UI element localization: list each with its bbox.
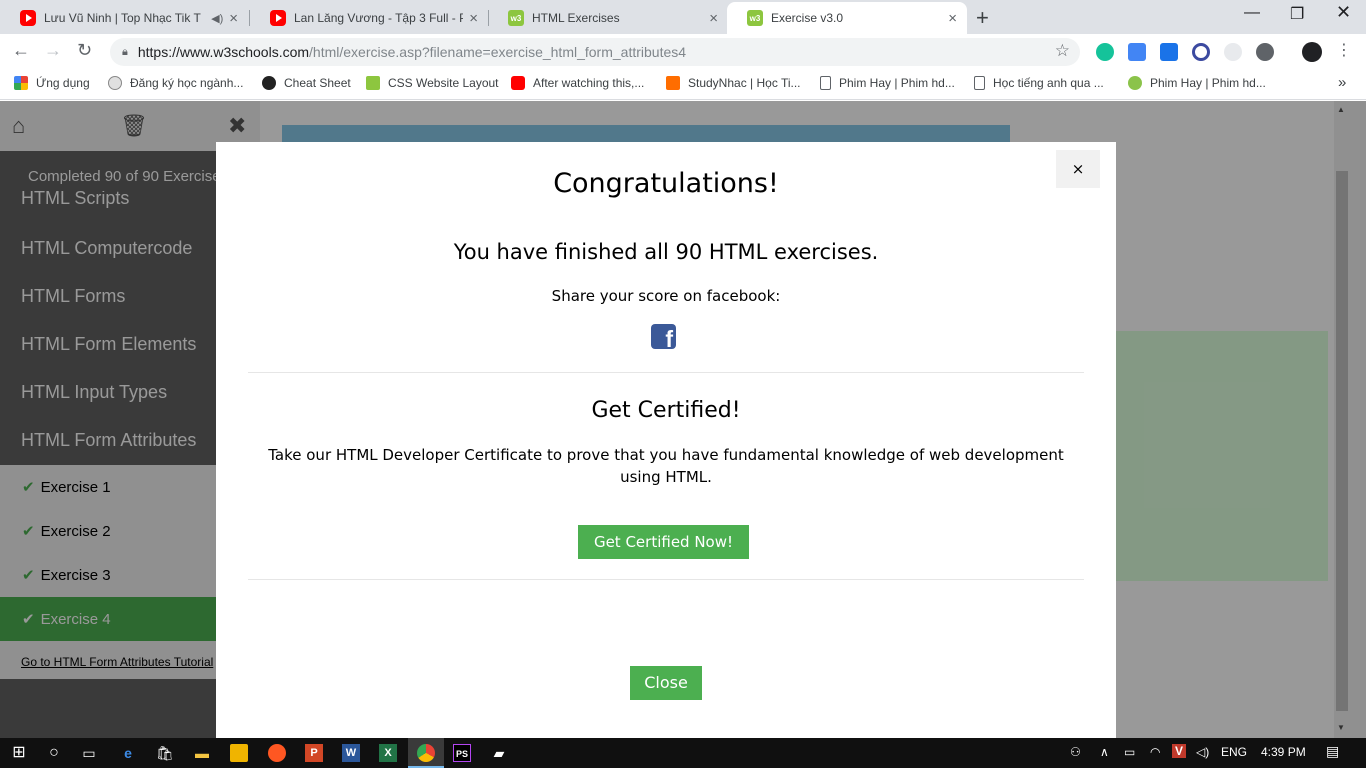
translate-icon[interactable] <box>1128 43 1146 61</box>
youtube-icon <box>20 10 36 26</box>
ubuntu-icon[interactable] <box>268 744 286 762</box>
app-icon[interactable] <box>230 744 248 762</box>
close-tab-icon[interactable]: × <box>469 10 478 27</box>
finished-message: You have finished all 90 HTML exercises. <box>453 240 879 264</box>
lock-icon: 🔒︎ <box>122 45 128 58</box>
w3schools-icon: w3 <box>747 10 763 26</box>
powerpoint-icon[interactable]: P <box>305 744 323 762</box>
close-tab-icon[interactable]: × <box>948 10 957 27</box>
bookmark-apps[interactable]: Ứng dụng <box>14 76 90 90</box>
address-bar[interactable]: 🔒︎ https://www.w3schools.com/html/exerci… <box>110 38 1080 66</box>
excel-icon[interactable]: X <box>379 744 397 762</box>
bookmark-item[interactable]: Đăng ký học ngành... <box>108 76 243 90</box>
apps-grid-icon <box>14 76 28 90</box>
windows-start-icon[interactable]: ⊞ <box>10 744 28 762</box>
volume-icon[interactable]: ◁) <box>1196 745 1209 759</box>
search-circle-icon[interactable]: ○ <box>45 744 63 762</box>
get-certified-button[interactable]: Get Certified Now! <box>578 525 749 559</box>
language-indicator[interactable]: ENG <box>1221 745 1247 759</box>
store-icon[interactable]: 🛍︎ <box>156 744 174 762</box>
page-icon <box>974 76 985 90</box>
wifi-icon[interactable]: ◠ <box>1150 745 1160 759</box>
play-icon <box>666 76 680 90</box>
close-button[interactable]: Close <box>630 666 702 700</box>
browser-tab[interactable]: Lan Lăng Vương - Tập 3 Full - Ph × <box>250 2 488 34</box>
bookmark-item[interactable]: StudyNhac | Học Ti... <box>666 76 801 90</box>
close-tab-icon[interactable]: × <box>709 10 718 27</box>
notifications-icon[interactable]: ▤ <box>1326 743 1339 760</box>
app-icon[interactable]: ▰ <box>490 744 508 762</box>
divider <box>248 372 1084 373</box>
site-icon <box>1128 76 1142 90</box>
site-icon <box>108 76 122 90</box>
w3schools-icon: w3 <box>508 10 524 26</box>
bookmark-star-icon[interactable]: ☆ <box>1055 41 1070 61</box>
clock[interactable]: 4:39 PM <box>1261 745 1306 759</box>
avatar[interactable] <box>1302 42 1322 62</box>
youtube-icon <box>270 10 286 26</box>
grammarly-icon[interactable] <box>1096 43 1114 61</box>
minimize-icon[interactable]: — <box>1244 4 1260 22</box>
facebook-icon[interactable]: f <box>651 324 676 349</box>
battery-icon[interactable]: ▭ <box>1124 745 1135 759</box>
certificate-description: Take our HTML Developer Certificate to p… <box>268 446 1064 486</box>
close-tab-icon[interactable]: × <box>229 10 238 27</box>
extension-icon[interactable] <box>1224 43 1242 61</box>
windows-taskbar: ⊞ ○ ▭ e 🛍︎ ▬ P W X PS ▰ ⚇ ∧ ▭ ◠ V ◁) ENG… <box>0 738 1366 768</box>
tray-chevron-icon[interactable]: ∧ <box>1100 745 1109 759</box>
congratulations-modal: × Congratulations! You have finished all… <box>216 142 1116 738</box>
task-view-icon[interactable]: ▭ <box>80 744 98 762</box>
browser-toolbar: ← → ↻ 🔒︎ https://www.w3schools.com/html/… <box>0 34 1366 70</box>
bookmark-item[interactable]: Phim Hay | Phim hd... <box>820 76 955 90</box>
extension-drop-icon[interactable] <box>1160 43 1178 61</box>
vietkey-icon[interactable]: V <box>1172 744 1187 758</box>
bookmark-item[interactable]: Cheat Sheet <box>262 76 351 90</box>
cheatsheet-icon <box>262 76 276 90</box>
certified-heading: Get Certified! <box>591 398 741 423</box>
forward-icon[interactable]: → <box>44 40 62 61</box>
w3schools-icon <box>366 76 380 90</box>
browser-tab[interactable]: Lưu Vũ Ninh | Top Nhạc Tik T ◀) × <box>0 2 248 34</box>
phpstorm-icon[interactable]: PS <box>453 744 471 762</box>
browser-tab-active[interactable]: w3 Exercise v3.0 × <box>727 2 967 34</box>
divider <box>248 579 1084 580</box>
word-icon[interactable]: W <box>342 744 360 762</box>
more-bookmarks-chevron[interactable]: » <box>1338 74 1346 91</box>
settings-extension-icon[interactable] <box>1256 43 1274 61</box>
close-window-icon[interactable]: ✕ <box>1336 2 1351 23</box>
bookmark-item[interactable]: CSS Website Layout <box>366 76 499 90</box>
modal-title: Congratulations! <box>553 168 779 199</box>
bookmark-item[interactable]: Phim Hay | Phim hd... <box>1128 76 1266 90</box>
bookmarks-bar: Ứng dụng Đăng ký học ngành... Cheat Shee… <box>0 70 1366 100</box>
back-icon[interactable]: ← <box>12 40 30 61</box>
youtube-icon <box>511 76 525 90</box>
browser-tabstrip: Lưu Vũ Ninh | Top Nhạc Tik T ◀) × Lan Lă… <box>0 0 1366 34</box>
restore-icon[interactable]: ❐ <box>1290 4 1304 24</box>
edge-icon[interactable]: e <box>119 744 137 762</box>
reload-icon[interactable]: ↻ <box>77 40 92 61</box>
block-icon[interactable] <box>1192 43 1210 61</box>
chrome-icon[interactable] <box>417 744 435 762</box>
share-prompt: Share your score on facebook: <box>551 287 781 305</box>
file-explorer-icon[interactable]: ▬ <box>193 744 211 762</box>
browser-tab[interactable]: w3 HTML Exercises × <box>488 2 728 34</box>
new-tab-button[interactable]: + <box>976 5 989 31</box>
people-icon[interactable]: ⚇ <box>1070 745 1081 759</box>
bookmark-item[interactable]: After watching this,... <box>511 76 644 90</box>
menu-kebab-icon[interactable]: ⋮ <box>1336 40 1352 60</box>
page-icon <box>820 76 831 90</box>
bookmark-item[interactable]: Học tiếng anh qua ... <box>974 76 1104 90</box>
speaker-icon[interactable]: ◀) <box>211 12 223 25</box>
